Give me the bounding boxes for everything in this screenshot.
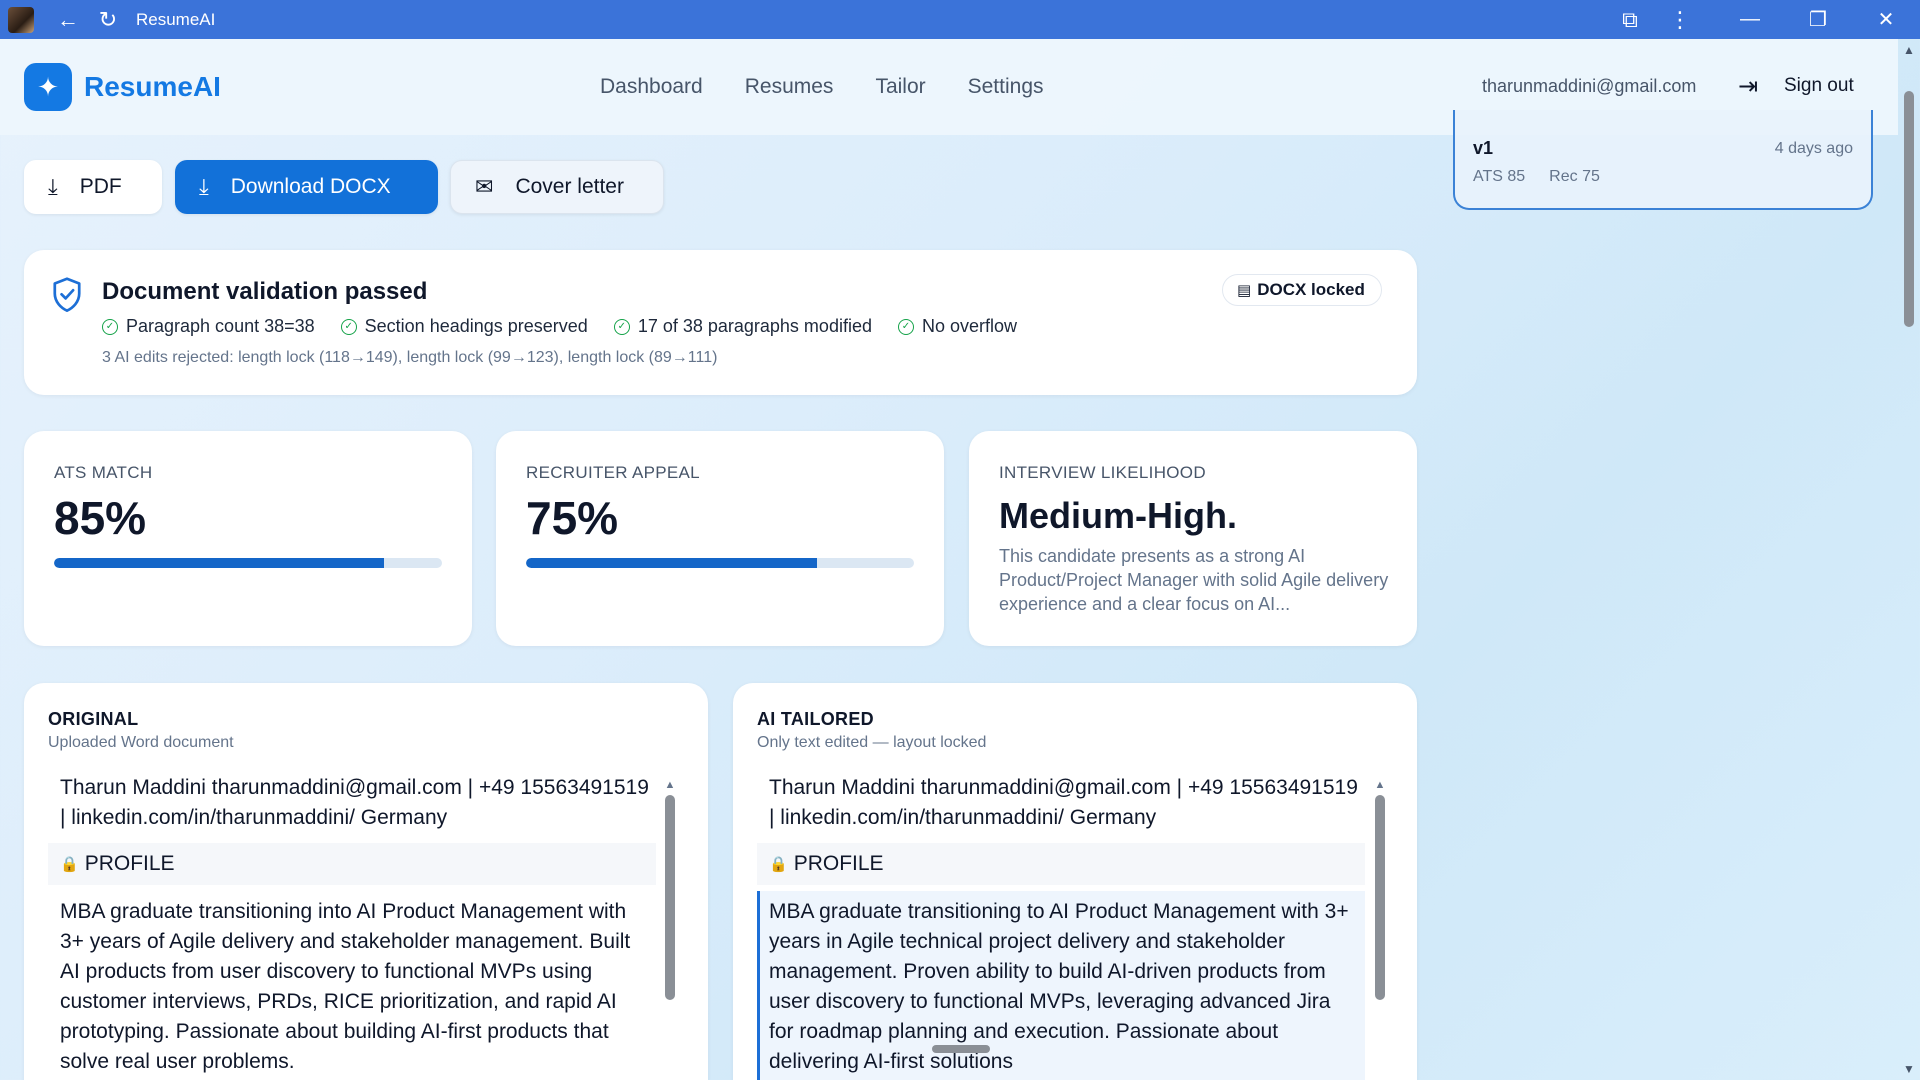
version-stats: ATS 85 Rec 75 xyxy=(1473,168,1600,186)
contact-line: Tharun Maddini tharunmaddini@gmail.com |… xyxy=(60,776,649,829)
metric-value: 75% xyxy=(526,492,619,544)
document-icon: ▤ xyxy=(1237,282,1252,299)
section-heading: 🔒 PROFILE xyxy=(48,843,656,885)
pdf-label: PDF xyxy=(79,175,122,198)
check-label: Section headings preserved xyxy=(364,316,588,336)
pane-subtitle: Only text edited — layout locked xyxy=(757,734,987,751)
section-label: PROFILE xyxy=(84,852,175,875)
contact-line: Tharun Maddini tharunmaddini@gmail.com |… xyxy=(769,776,1358,829)
check-label: 17 of 38 paragraphs modified xyxy=(637,316,872,336)
download-docx-button[interactable]: ⤓ Download DOCX xyxy=(175,160,438,214)
shield-check-icon xyxy=(53,277,81,312)
metric-label: ATS MATCH xyxy=(54,463,153,482)
ats-match-card: ATS MATCH 85% xyxy=(24,431,472,646)
version-name: v1 xyxy=(1473,138,1494,158)
page-scrollbar[interactable]: ▲ ▼ xyxy=(1898,39,1920,1080)
section-heading: 🔒 PROFILE xyxy=(757,843,1365,885)
browser-titlebar: ← ↻ ResumeAI ⧉ ⋮ — ❐ ✕ xyxy=(0,0,1920,39)
pane-title: AI TAILORED xyxy=(757,709,874,729)
validation-title: Document validation passed xyxy=(102,278,428,305)
edited-profile-paragraph: MBA graduate transitioning to AI Product… xyxy=(757,891,1365,1080)
check-item: ✓ 17 of 38 paragraphs modified xyxy=(613,316,872,337)
metric-value: Medium-High. xyxy=(999,495,1237,536)
docx-label: Download DOCX xyxy=(230,175,391,198)
profile-paragraph: MBA graduate transitioning into AI Produ… xyxy=(60,900,631,1073)
rejected-edits-note: 3 AI edits rejected: length lock (118→14… xyxy=(102,349,718,366)
window-close-icon[interactable]: ✕ xyxy=(1852,0,1920,39)
version-card[interactable]: v1 4 days ago ATS 85 Rec 75 xyxy=(1453,110,1873,210)
reload-icon[interactable]: ↻ xyxy=(88,0,128,39)
browser-tab-title: ResumeAI xyxy=(136,9,216,29)
interview-likelihood-card: INTERVIEW LIKELIHOOD Medium-High. This c… xyxy=(969,431,1417,646)
mail-icon: ✉ xyxy=(475,174,494,199)
version-rec: Rec 75 xyxy=(1549,168,1600,185)
recruiter-appeal-card: RECRUITER APPEAL 75% xyxy=(496,431,944,646)
horizontal-scroll-thumb[interactable] xyxy=(932,1045,990,1053)
check-circle-icon: ✓ xyxy=(102,318,118,335)
pane-subtitle: Uploaded Word document xyxy=(48,734,234,751)
signout-button[interactable]: Sign out xyxy=(1784,75,1854,97)
document-preview[interactable]: Tharun Maddini tharunmaddini@gmail.com |… xyxy=(757,773,1365,1080)
metric-label: RECRUITER APPEAL xyxy=(526,463,700,482)
back-icon[interactable]: ← xyxy=(48,0,88,39)
scroll-thumb[interactable] xyxy=(1375,795,1385,1000)
recruiter-progress-bar xyxy=(526,558,914,568)
check-label: Paragraph count 38=38 xyxy=(126,316,315,336)
metric-label: INTERVIEW LIKELIHOOD xyxy=(999,463,1206,482)
nav-tailor[interactable]: Tailor xyxy=(875,75,925,99)
docx-locked-badge: ▤ DOCX locked xyxy=(1222,274,1382,306)
scroll-thumb[interactable] xyxy=(665,795,675,1000)
validation-card: Document validation passed ✓ Paragraph co… xyxy=(24,250,1417,395)
download-icon: ⤓ xyxy=(48,174,58,199)
extensions-icon[interactable]: ⧉ xyxy=(1610,0,1650,39)
logo-sparkle-icon[interactable]: ✦ xyxy=(24,63,72,111)
version-ats: ATS 85 xyxy=(1473,168,1526,185)
download-pdf-button[interactable]: ⤓ PDF xyxy=(24,160,162,214)
scroll-up-icon[interactable]: ▲ xyxy=(1374,779,1386,791)
lock-icon: 🔒 xyxy=(60,856,79,873)
browser-menu-icon[interactable]: ⋮ xyxy=(1660,0,1700,39)
check-circle-icon: ✓ xyxy=(613,318,630,335)
check-item: ✓ Paragraph count 38=38 xyxy=(102,316,315,337)
metric-description: This candidate presents as a strong AI P… xyxy=(999,546,1389,614)
nav-settings[interactable]: Settings xyxy=(968,75,1044,99)
restore-icon[interactable]: ❐ xyxy=(1784,0,1852,39)
check-circle-icon: ✓ xyxy=(897,318,914,335)
ats-progress-bar xyxy=(54,558,442,568)
brand-name[interactable]: ResumeAI xyxy=(84,71,221,103)
lock-icon: 🔒 xyxy=(769,856,788,873)
metric-value: 85% xyxy=(54,492,147,544)
check-label: No overflow xyxy=(921,316,1018,336)
validation-checks: ✓ Paragraph count 38=38 ✓ Section headings… xyxy=(102,316,1017,337)
check-item: ✓ No overflow xyxy=(897,316,1018,337)
section-label: PROFILE xyxy=(793,852,884,875)
signout-icon[interactable]: ⇥ xyxy=(1738,72,1758,101)
main-nav: Dashboard Resumes Tailor Settings xyxy=(600,39,1044,135)
badge-label: DOCX locked xyxy=(1257,280,1365,299)
original-document-pane: ORIGINAL Uploaded Word document Tharun M… xyxy=(24,683,708,1080)
nav-dashboard[interactable]: Dashboard xyxy=(600,75,703,99)
cover-label: Cover letter xyxy=(515,175,624,198)
pane-title: ORIGINAL xyxy=(48,709,139,729)
scroll-up-icon[interactable]: ▲ xyxy=(1903,43,1915,57)
nav-resumes[interactable]: Resumes xyxy=(745,75,834,99)
check-item: ✓ Section headings preserved xyxy=(340,316,588,337)
profile-avatar[interactable] xyxy=(8,6,34,33)
version-time: 4 days ago xyxy=(1774,140,1853,157)
user-email: tharunmaddini@gmail.com xyxy=(1482,76,1697,96)
download-icon: ⤓ xyxy=(199,174,209,199)
document-preview[interactable]: Tharun Maddini tharunmaddini@gmail.com |… xyxy=(48,773,656,1080)
pane-scrollbar[interactable]: ▲ xyxy=(664,779,676,1019)
tailored-document-pane: AI TAILORED Only text edited — layout lo… xyxy=(733,683,1417,1080)
page-scroll-thumb[interactable] xyxy=(1904,91,1914,327)
cover-letter-button[interactable]: ✉ Cover letter xyxy=(450,160,664,214)
minimize-icon[interactable]: — xyxy=(1716,0,1784,39)
scroll-up-icon[interactable]: ▲ xyxy=(664,779,676,791)
check-circle-icon: ✓ xyxy=(340,318,357,335)
pane-scrollbar[interactable]: ▲ xyxy=(1374,779,1386,1019)
scroll-down-icon[interactable]: ▼ xyxy=(1903,1062,1915,1076)
